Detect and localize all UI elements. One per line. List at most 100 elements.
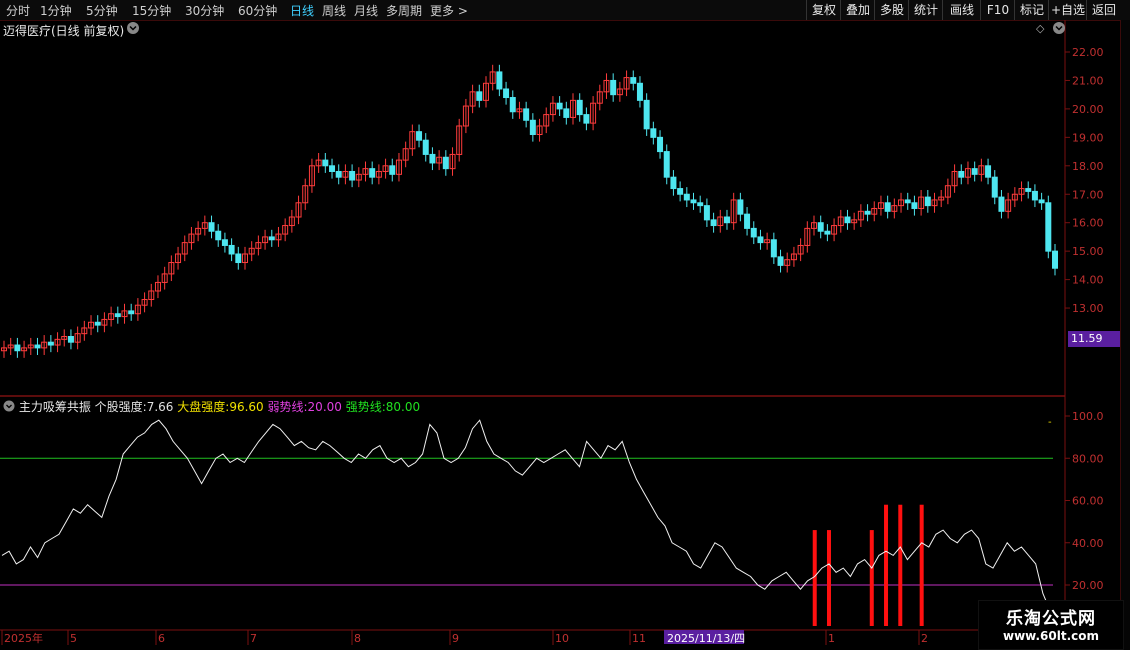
indicator-dropdown-icon[interactable] — [3, 400, 15, 412]
date-tick-label: 5 — [70, 632, 77, 645]
candle-body — [924, 196, 931, 207]
watermark-url: www.60lt.com — [1002, 629, 1100, 643]
candle-body — [369, 168, 376, 178]
candle-body — [322, 159, 329, 167]
candle-body — [429, 153, 436, 164]
settings-dropdown-icon[interactable] — [1052, 21, 1066, 38]
candle-body — [911, 202, 918, 209]
market-strength-label: 大盘强度: — [177, 400, 230, 414]
stock-title: 迈得医疗(日线 前复权) — [3, 24, 125, 38]
signal-bar — [919, 504, 924, 626]
market-strength-value: 96.60 — [229, 400, 264, 414]
watermark: 乐淘公式网 www.60lt.com — [978, 600, 1124, 650]
price-tick-label: 16.00 — [1072, 217, 1104, 230]
weak-line-value: 20.00 — [307, 400, 342, 414]
candle-body — [710, 219, 717, 227]
candle-body — [697, 202, 704, 207]
candle-body — [235, 253, 242, 264]
indicator-tick-label: 100.0 — [1072, 410, 1104, 423]
candle-body — [650, 128, 657, 138]
candle-body — [663, 151, 670, 178]
date-tick-label: 8 — [354, 632, 361, 645]
candle-body — [630, 77, 637, 84]
price-tick-label: 13.00 — [1072, 302, 1104, 315]
indicator-tick-label: 40.00 — [1072, 537, 1104, 550]
candle-body — [523, 108, 530, 121]
candle-body — [34, 344, 41, 349]
date-tick-label: 9 — [452, 632, 459, 645]
candle-body — [1045, 202, 1052, 252]
candle-body — [998, 196, 1005, 212]
date-tick-label: 10 — [555, 632, 569, 645]
last-price-badge: 11.59 — [1068, 331, 1123, 347]
candle-body — [643, 99, 650, 130]
candle-body — [1025, 188, 1032, 192]
candle-body — [750, 227, 757, 238]
candle-body — [422, 139, 429, 155]
right-sidebar — [1120, 20, 1130, 650]
candle-body — [389, 165, 396, 175]
candle-body — [556, 102, 563, 110]
candle-body — [114, 313, 121, 318]
candle-body — [985, 165, 992, 178]
indicator-header: 主力吸筹共振 个股强度:7.66 大盘强度:96.60 弱势线:20.00 强势… — [3, 398, 420, 415]
candle-body — [268, 236, 275, 241]
strong-line-value: 80.00 — [385, 400, 421, 414]
signal-bar — [898, 504, 903, 626]
candle-body — [583, 114, 590, 124]
candle-body — [610, 79, 617, 96]
market-strength-marker: - — [1048, 417, 1052, 428]
kline-chart[interactable]: - 22.00 21.00 20.00 19.00 18.00 17.00 16.00 15.… — [0, 0, 1130, 650]
date-tick-label: 2025年 — [4, 631, 43, 645]
candle-body — [329, 165, 336, 172]
candle-body — [215, 230, 222, 241]
candle-body — [636, 82, 643, 101]
watermark-title: 乐淘公式网 — [1006, 609, 1096, 629]
candle-body — [703, 205, 710, 221]
candle-body — [128, 310, 135, 315]
price-tick-label: 21.00 — [1072, 74, 1104, 87]
price-tick-label: 15.00 — [1072, 245, 1104, 258]
indicator-name: 主力吸筹共振 — [18, 400, 91, 414]
candle-body — [208, 222, 215, 232]
candle-body — [576, 99, 583, 116]
candle-body — [529, 119, 536, 136]
date-tick-label: 7 — [250, 632, 257, 645]
strong-line-label: 强势线: — [345, 400, 386, 414]
candle-body — [683, 193, 690, 201]
candle-body — [496, 71, 503, 90]
candle-body — [1038, 199, 1045, 204]
title-dropdown-icon[interactable] — [126, 21, 140, 38]
candle-body — [670, 176, 677, 190]
candle-body — [349, 170, 356, 181]
signal-bar — [884, 504, 889, 626]
candle-body — [757, 236, 764, 244]
date-tick-label: 6 — [158, 632, 165, 645]
chart-axes: 22.00 21.00 20.00 19.00 18.00 17.00 16.00 15.00… — [1, 46, 1104, 645]
candle-body — [657, 136, 664, 153]
candle-body — [884, 202, 891, 212]
candle-body — [47, 341, 54, 346]
candle-body — [563, 108, 570, 118]
candle-body — [677, 188, 684, 195]
signal-bar — [812, 530, 817, 626]
candle-body — [67, 336, 74, 343]
price-tick-label: 17.00 — [1072, 188, 1104, 201]
indicator-tick-label: 20.00 — [1072, 579, 1104, 592]
indicator-panel: - — [0, 417, 1053, 626]
candle-body — [958, 170, 965, 178]
price-tick-label: 18.00 — [1072, 160, 1104, 173]
candle-body — [1031, 190, 1038, 201]
candle-body — [1052, 250, 1058, 269]
candle-body — [690, 199, 697, 204]
indicator-tick-label: 60.00 — [1072, 495, 1104, 508]
candle-body — [503, 88, 510, 99]
indicator-tick-label: 80.00 — [1072, 452, 1104, 465]
price-tick-label: 22.00 — [1072, 46, 1104, 59]
date-tick-label: 11 — [632, 632, 646, 645]
candle-body — [442, 156, 449, 170]
candle-body — [416, 131, 423, 141]
diamond-icon[interactable]: ◇ — [1036, 22, 1044, 35]
candle-body — [476, 91, 483, 101]
candle-body — [864, 210, 871, 215]
